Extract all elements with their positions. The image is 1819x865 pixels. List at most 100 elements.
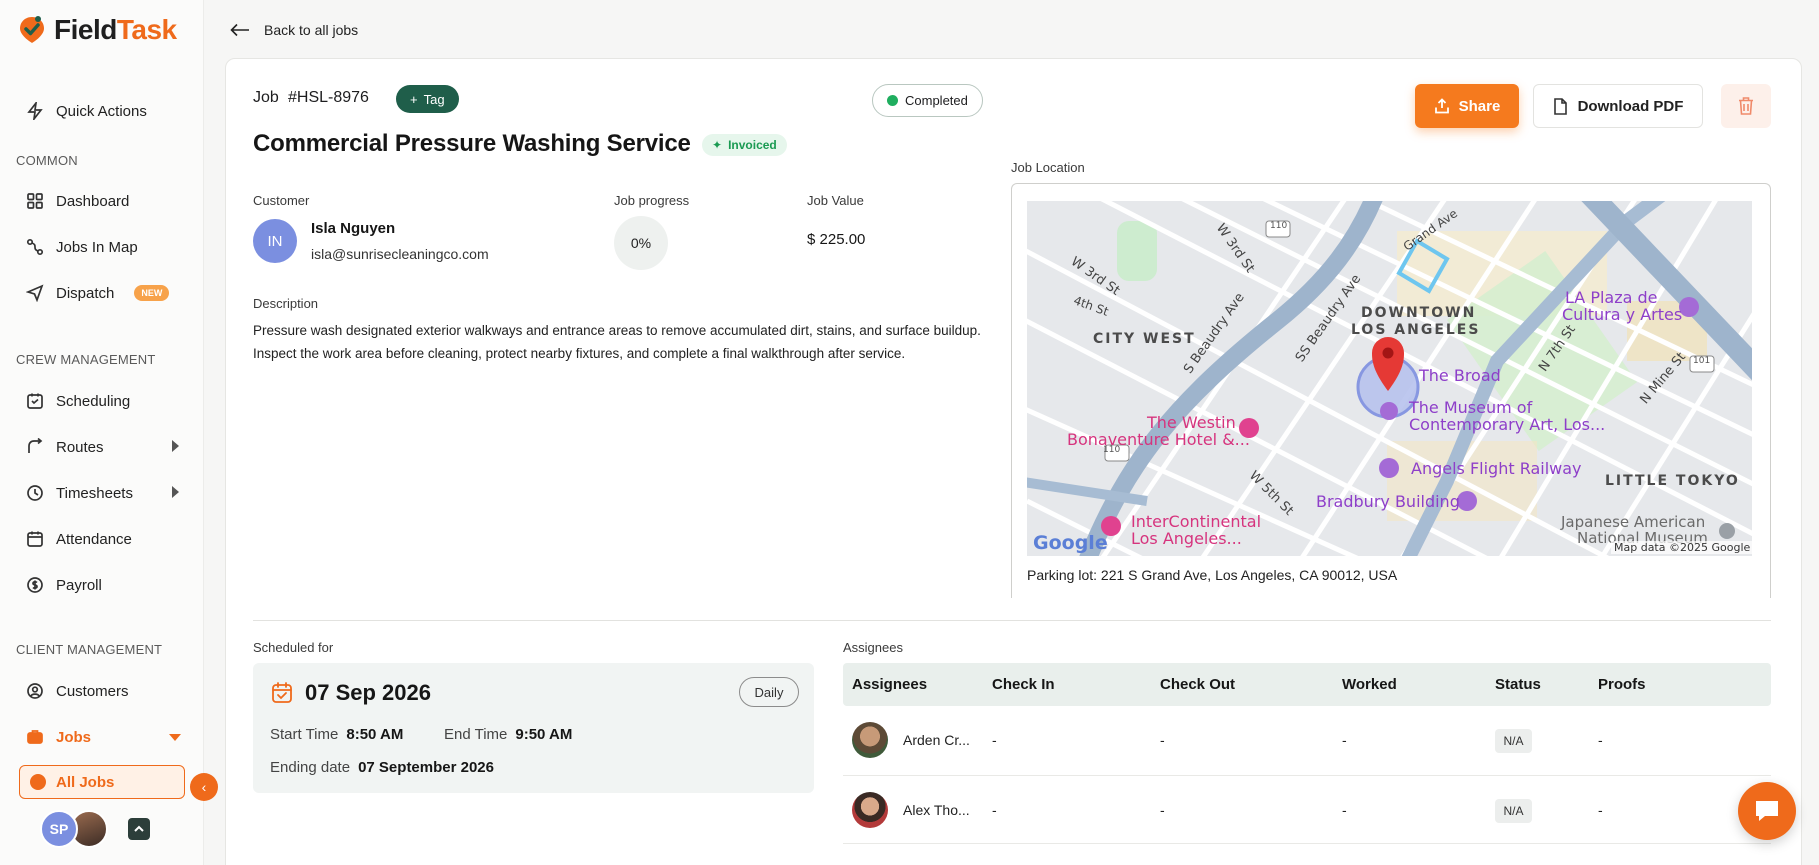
sidebar-item-label: Jobs bbox=[56, 728, 92, 746]
customer-name[interactable]: Isla Nguyen bbox=[311, 220, 395, 237]
assignee-name[interactable]: Arden Cr... bbox=[903, 732, 970, 748]
sidebar-item-routes[interactable]: Routes bbox=[26, 435, 104, 459]
job-address: Parking lot: 221 S Grand Ave, Los Angele… bbox=[1027, 567, 1398, 583]
sidebar-collapse-button[interactable]: ‹ bbox=[190, 773, 218, 801]
add-tag-button[interactable]: + Tag bbox=[396, 85, 459, 113]
routes-expand-icon[interactable] bbox=[172, 440, 179, 452]
sidebar-item-label: Payroll bbox=[56, 576, 102, 594]
map-poi-label[interactable]: Contemporary Art, Los... bbox=[1409, 415, 1605, 434]
job-id: #HSL-8976 bbox=[288, 89, 369, 106]
map-poi-label[interactable]: The Broad bbox=[1419, 366, 1501, 385]
sidebar-item-label: Dashboard bbox=[56, 192, 130, 210]
column-header-status[interactable]: Status bbox=[1495, 676, 1541, 693]
sidebar-item-scheduling[interactable]: Scheduling bbox=[26, 389, 130, 413]
check-in-value: - bbox=[992, 732, 997, 748]
user-initials-avatar[interactable]: SP bbox=[40, 810, 78, 848]
worked-value: - bbox=[1342, 732, 1347, 748]
status-badge: N/A bbox=[1495, 799, 1532, 823]
end-time: End Time 9:50 AM bbox=[444, 726, 572, 743]
assignee-avatar bbox=[852, 792, 888, 828]
map-poi-label[interactable]: Bradbury Building bbox=[1316, 492, 1460, 511]
arrow-left-icon bbox=[230, 23, 249, 37]
status-dot-icon bbox=[887, 95, 898, 106]
status-text: Completed bbox=[905, 93, 968, 108]
plus-icon: + bbox=[410, 91, 418, 107]
schedule-date: 07 Sep 2026 bbox=[305, 680, 431, 705]
section-label-client: CLIENT MANAGEMENT bbox=[16, 642, 163, 657]
share-button[interactable]: Share bbox=[1415, 84, 1519, 128]
sidebar-item-payroll[interactable]: Payroll bbox=[26, 573, 102, 597]
logo-pin-icon bbox=[20, 16, 44, 43]
trash-icon bbox=[1739, 97, 1753, 115]
sidebar-item-label: Dispatch bbox=[56, 284, 115, 302]
description-label: Description bbox=[253, 296, 319, 311]
end-time-value: 9:50 AM bbox=[515, 726, 573, 743]
delete-job-button[interactable] bbox=[1721, 84, 1771, 128]
column-header-proofs[interactable]: Proofs bbox=[1598, 676, 1646, 693]
calendar-clock-icon bbox=[27, 393, 43, 409]
job-progress-label: Job progress bbox=[614, 193, 690, 208]
app-logo[interactable]: FieldTask bbox=[18, 14, 177, 46]
send-icon bbox=[26, 284, 44, 302]
check-in-value: - bbox=[992, 802, 997, 818]
sidebar-item-attendance[interactable]: Attendance bbox=[26, 527, 132, 551]
jobs-collapse-icon[interactable] bbox=[169, 734, 181, 741]
customer-email[interactable]: isla@sunrisecleaningco.com bbox=[311, 246, 489, 262]
start-time-value: 8:50 AM bbox=[346, 726, 404, 743]
app-switch-button[interactable] bbox=[128, 818, 150, 840]
sidebar-item-jobs[interactable]: Jobs bbox=[26, 725, 91, 749]
sidebar-item-all-jobs[interactable]: All Jobs bbox=[19, 765, 185, 799]
sidebar-item-label: All Jobs bbox=[56, 773, 115, 791]
sidebar-item-label: Attendance bbox=[56, 530, 132, 548]
proofs-value: - bbox=[1598, 732, 1603, 748]
sidebar-item-customers[interactable]: Customers bbox=[26, 679, 129, 703]
map-poi-label[interactable]: Bonaventure Hotel &... bbox=[1067, 430, 1250, 449]
customer-user-icon bbox=[27, 683, 43, 699]
job-location-map[interactable]: 110 110 101 DOWNTOWN LOS ANGELES CITY WE… bbox=[1027, 201, 1752, 556]
sidebar-item-dispatch[interactable]: Dispatch NEW bbox=[26, 281, 170, 305]
job-label: Job bbox=[253, 89, 279, 106]
job-value-label: Job Value bbox=[807, 193, 864, 208]
row-divider bbox=[843, 843, 1771, 844]
chat-button[interactable] bbox=[1738, 782, 1796, 840]
sidebar-item-timesheets[interactable]: Timesheets bbox=[26, 481, 133, 505]
dashboard-grid-icon bbox=[27, 193, 43, 209]
column-header-check-in[interactable]: Check In bbox=[992, 676, 1055, 693]
sidebar-item-label: Customers bbox=[56, 682, 129, 700]
map-poi-label[interactable]: Cultura y Artes bbox=[1562, 305, 1682, 324]
payroll-coin-icon bbox=[27, 577, 43, 593]
google-logo[interactable]: Google bbox=[1033, 532, 1108, 554]
sidebar-item-jobs-in-map[interactable]: Jobs In Map bbox=[26, 235, 138, 259]
sidebar-item-dashboard[interactable]: Dashboard bbox=[26, 189, 129, 213]
job-description: Pressure wash designated exterior walkwa… bbox=[253, 323, 981, 361]
back-label: Back to all jobs bbox=[264, 22, 359, 38]
map-poi-label[interactable]: Angels Flight Railway bbox=[1411, 459, 1582, 478]
section-label-crew: CREW MANAGEMENT bbox=[16, 352, 156, 367]
map-label: DOWNTOWN bbox=[1361, 305, 1477, 321]
start-time-label: Start Time bbox=[270, 726, 339, 743]
column-header-assignees[interactable]: Assignees bbox=[852, 676, 927, 693]
map-attribution[interactable]: Map data ©2025 Google bbox=[1611, 541, 1752, 554]
assignee-name[interactable]: Alex Tho... bbox=[903, 802, 970, 818]
status-badge[interactable]: Completed bbox=[872, 84, 983, 117]
sidebar-item-label: Timesheets bbox=[56, 484, 133, 502]
column-header-worked[interactable]: Worked bbox=[1342, 676, 1397, 693]
customer-label: Customer bbox=[253, 193, 310, 208]
logo-text-task: Task bbox=[116, 14, 177, 45]
sidebar-item-label: Jobs In Map bbox=[56, 238, 138, 256]
row-divider bbox=[843, 775, 1771, 776]
logo-text-field: Field bbox=[54, 14, 117, 45]
download-pdf-label: Download PDF bbox=[1577, 97, 1684, 115]
back-to-jobs-link[interactable]: Back to all jobs bbox=[230, 22, 358, 38]
sidebar-item-quick-actions[interactable]: Quick Actions bbox=[26, 99, 147, 123]
check-out-value: - bbox=[1160, 732, 1165, 748]
lightning-icon bbox=[27, 102, 43, 120]
sidebar: FieldTask Quick Actions COMMON Dashboard… bbox=[0, 0, 204, 865]
map-route-icon bbox=[26, 238, 44, 256]
new-badge: NEW bbox=[134, 285, 170, 301]
map-poi-label[interactable]: Los Angeles... bbox=[1131, 529, 1242, 548]
column-header-check-out[interactable]: Check Out bbox=[1160, 676, 1235, 693]
timesheets-expand-icon[interactable] bbox=[172, 486, 179, 498]
download-pdf-button[interactable]: Download PDF bbox=[1533, 84, 1703, 128]
tag-label: Tag bbox=[423, 91, 445, 107]
